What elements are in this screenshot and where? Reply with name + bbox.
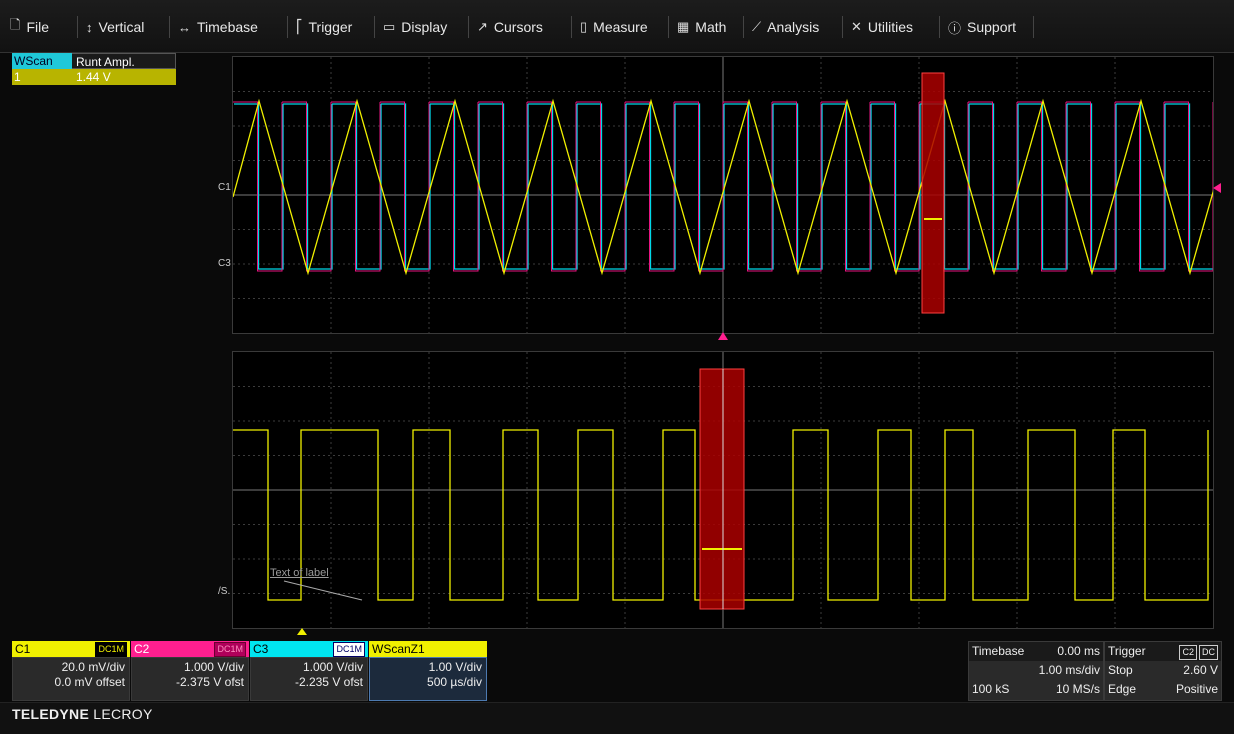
measure-icon: ▯ [580,19,588,34]
menu-separator [169,16,170,38]
brand-logo: TELEDYNE LECROY [12,706,153,722]
timebase-samples: 100 kS [972,682,1010,696]
menu-separator [939,16,940,38]
menu-separator [571,16,572,38]
menu-separator [287,16,288,38]
timebase-descriptor[interactable]: Timebase 0.00 ms 1.00 ms/div 100 kS 10 M… [968,641,1104,701]
menu-label: Analysis [767,19,820,35]
menu-analysis[interactable]: ⟋ Analysis [752,16,819,38]
utilities-icon: ✕ [851,19,862,34]
trigger-coupling-badge: DC [1199,645,1218,660]
c1-offset: 0.0 mV offset [54,675,125,689]
status-bar [0,702,1234,734]
annotation-leader-line [283,580,363,601]
zoom-hdiv: 500 µs/div [427,675,482,689]
trigger-position-marker[interactable] [718,332,728,341]
c2-trace [233,101,1214,272]
timebase-icon: ↔ [178,19,191,35]
trigger-level-marker[interactable] [1212,183,1222,193]
trigger-mode: Stop [1108,663,1133,677]
menu-label: Trigger [308,19,353,35]
c1-coupling-badge: DC1M [95,642,127,657]
menu-measure[interactable]: ▯ Measure [580,16,648,38]
timebase-sample-rate: 10 MS/s [1055,682,1100,696]
menu-separator [668,16,669,38]
measurement-table[interactable]: WScan Runt Ampl. 1 1.44 V [12,53,176,85]
c3-ground-marker[interactable]: C3 [218,258,231,269]
menu-separator [77,16,78,38]
trigger-slope: Positive [1175,682,1218,696]
measurement-value: 1.44 V [72,69,176,85]
menu-separator [842,16,843,38]
menu-label: Timebase [197,19,258,35]
scan-highlight-lower [699,368,745,610]
menu-display[interactable]: ▭ Display [383,16,447,38]
menu-separator [1033,16,1034,38]
menu-label: Utilities [867,19,914,35]
trigger-descriptor[interactable]: Trigger C2 DC Stop 2.60 V Edge Positive [1104,641,1222,701]
menu-label: Support [967,19,1017,35]
menu-label: Display [401,19,448,35]
menu-separator [468,16,469,38]
menu-label: Math [695,19,727,35]
upper-waveform-grid[interactable] [232,56,1234,334]
menu-utilities[interactable]: ✕ Utilities [851,16,913,38]
menu-vertical[interactable]: ↕ Vertical [86,16,144,38]
upper-waveform-canvas [232,57,1234,333]
display-icon: ▭ [383,19,396,34]
trigger-level: 2.60 V [1183,663,1218,677]
waveform-annotation-label[interactable]: Text of label [270,567,329,579]
support-icon: ⓘ [948,20,962,36]
channel-descriptor-c1[interactable]: C1 DC1M 20.0 mV/div 0.0 mV offset [12,641,130,701]
cursors-icon: ↗ [477,19,488,34]
menu-separator [374,16,375,38]
menu-separator [743,16,744,38]
trigger-source-badge: C2 [1179,645,1197,660]
menu-label: Vertical [98,19,145,35]
trigger-label: Trigger [1108,644,1146,658]
trigger-type: Edge [1108,682,1137,696]
vertical-icon: ↕ [86,19,93,35]
math-icon: ▦ [677,19,690,34]
timebase-delay: 0.00 ms [1057,644,1100,658]
brand-bold: TELEDYNE [12,706,90,722]
c3-offset: -2.235 V ofst [294,675,363,689]
c3-coupling-badge: DC1M [333,642,365,657]
c2-coupling-badge: DC1M [214,642,246,657]
analysis-icon: ⟋ [752,19,762,34]
menu-math[interactable]: ▦ Math [677,16,726,38]
file-icon: 🗋 [10,17,21,32]
menu-trigger[interactable]: ⎡ Trigger [296,16,352,38]
timebase-hdiv: 1.00 ms/div [1038,663,1100,677]
menu-label: File [26,19,50,35]
menu-timebase[interactable]: ↔ Timebase [178,16,258,38]
brand-light: LECROY [89,706,153,722]
zoom-name: WScanZ1 [372,642,425,656]
menu-label: Cursors [493,19,543,35]
zoom-descriptor[interactable]: WScanZ1 1.00 V/div 500 µs/div [369,641,487,701]
measurement-param-header: Runt Ampl. [72,53,176,69]
zoom-position-marker[interactable] [297,628,307,636]
c2-name: C2 [134,642,150,656]
measurement-source-header: WScan [12,53,72,69]
channel-descriptor-c3[interactable]: C3 DC1M 1.000 V/div -2.235 V ofst [250,641,368,701]
channel-descriptor-c2[interactable]: C2 DC1M 1.000 V/div -2.375 V ofst [131,641,249,701]
c1-name: C1 [15,642,31,656]
menu-file[interactable]: 🗋 File [10,16,49,38]
timebase-label: Timebase [972,644,1025,658]
menu-support[interactable]: ⓘ Support [948,16,1016,38]
c1-ground-marker[interactable]: C1 [218,182,231,193]
menu-cursors[interactable]: ↗ Cursors [477,16,543,38]
scan-highlight-upper [921,72,945,314]
zoom-ground-marker: /S. [218,586,231,597]
trigger-icon: ⎡ [296,19,303,34]
c3-name: C3 [253,642,269,656]
measurement-row-index: 1 [12,69,72,85]
menu-label: Measure [593,19,648,35]
c2-offset: -2.375 V ofst [175,675,244,689]
menu-bar: 🗋 File ↕ Vertical ↔ Timebase ⎡ Trigger ▭ Display ↗… [0,0,1234,53]
